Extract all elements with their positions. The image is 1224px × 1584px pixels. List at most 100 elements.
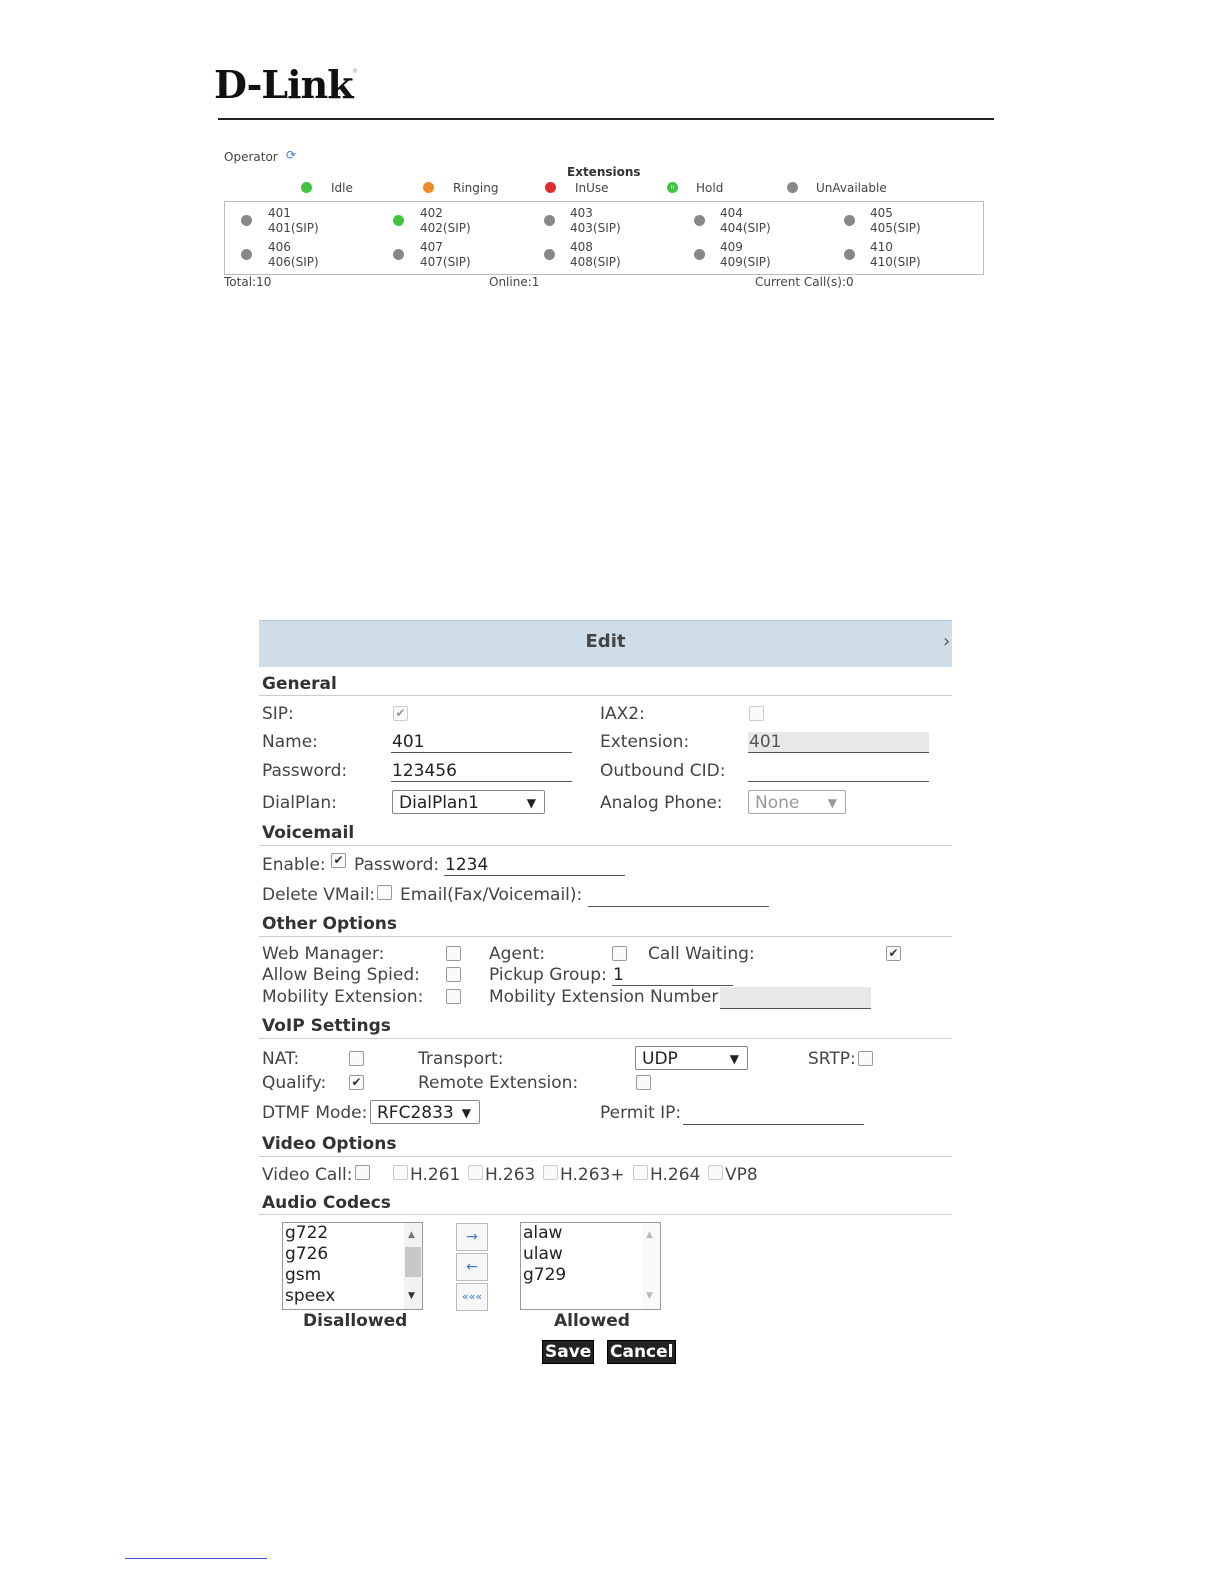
logo-registered-mark: ® bbox=[352, 68, 358, 75]
scroll-thumb[interactable] bbox=[405, 1247, 421, 1277]
nat-label: NAT: bbox=[262, 1049, 300, 1069]
ext-status-icon bbox=[393, 249, 404, 260]
section-voicemail: Voicemail bbox=[262, 823, 355, 843]
ext-status-icon bbox=[694, 215, 705, 226]
scroll-down-icon[interactable]: ▼ bbox=[408, 1286, 415, 1307]
mobility-ext-checkbox[interactable] bbox=[446, 989, 461, 1004]
web-manager-checkbox[interactable] bbox=[446, 946, 461, 961]
ext-status-icon bbox=[844, 249, 855, 260]
disallowed-label: Disallowed bbox=[303, 1311, 408, 1331]
extension-item[interactable]: 402 402(SIP) bbox=[420, 206, 471, 236]
call-waiting-label: Call Waiting: bbox=[648, 944, 755, 964]
nat-checkbox[interactable] bbox=[349, 1051, 364, 1066]
move-all-left-button[interactable]: ««« bbox=[456, 1283, 488, 1311]
video-call-checkbox[interactable] bbox=[355, 1165, 370, 1180]
delete-vmail-label: Delete VMail: bbox=[262, 885, 376, 905]
list-item[interactable]: g726 bbox=[283, 1244, 422, 1265]
move-left-button[interactable]: ← bbox=[456, 1253, 488, 1281]
h261-checkbox[interactable] bbox=[393, 1165, 408, 1180]
iax2-checkbox[interactable] bbox=[749, 706, 764, 721]
h263plus-checkbox[interactable] bbox=[543, 1165, 558, 1180]
password-label: Password: bbox=[262, 761, 348, 781]
allowed-codecs-list[interactable]: alaw ulaw g729 ▲ ▼ bbox=[520, 1222, 661, 1310]
footer-link-underline[interactable] bbox=[125, 1558, 267, 1559]
extension-item[interactable]: 408 408(SIP) bbox=[570, 240, 621, 270]
allow-spied-label: Allow Being Spied: bbox=[262, 965, 420, 985]
header-divider bbox=[218, 118, 994, 120]
refresh-icon[interactable]: ⟳ bbox=[286, 148, 296, 162]
password-field[interactable]: 123456 bbox=[391, 761, 572, 782]
section-divider bbox=[259, 845, 952, 846]
scroll-down-icon[interactable]: ▼ bbox=[646, 1286, 653, 1307]
extension-item[interactable]: 409 409(SIP) bbox=[720, 240, 771, 270]
analog-phone-select[interactable]: None ▼ bbox=[748, 790, 846, 814]
close-icon[interactable]: › bbox=[943, 631, 950, 652]
transport-select[interactable]: UDP ▼ bbox=[635, 1046, 748, 1070]
extension-field[interactable]: 401 bbox=[748, 732, 929, 753]
extension-item[interactable]: 406 406(SIP) bbox=[268, 240, 319, 270]
extension-item[interactable]: 410 410(SIP) bbox=[870, 240, 921, 270]
save-button[interactable]: Save bbox=[542, 1340, 595, 1364]
chevron-down-icon: ▼ bbox=[827, 796, 837, 810]
h264-checkbox[interactable] bbox=[633, 1165, 648, 1180]
agent-checkbox[interactable] bbox=[612, 946, 627, 961]
email-field[interactable] bbox=[588, 885, 769, 907]
section-divider bbox=[259, 1038, 952, 1039]
cancel-button[interactable]: Cancel bbox=[607, 1340, 677, 1364]
remote-ext-label: Remote Extension: bbox=[418, 1073, 579, 1093]
sip-checkbox[interactable]: ✔ bbox=[393, 706, 408, 721]
scroll-up-icon[interactable]: ▲ bbox=[646, 1225, 653, 1246]
permit-ip-field[interactable] bbox=[683, 1103, 864, 1125]
ext-status-icon bbox=[241, 215, 252, 226]
h264-label: H.264 bbox=[650, 1165, 701, 1185]
dialplan-select[interactable]: DialPlan1 ▼ bbox=[392, 790, 545, 814]
disallowed-codecs-list[interactable]: g722 g726 gsm speex ▲ ▼ bbox=[282, 1222, 423, 1310]
list-item[interactable]: g729 bbox=[521, 1265, 660, 1286]
pickup-group-field[interactable]: 1 bbox=[612, 965, 733, 986]
qualify-label: Qualify: bbox=[262, 1073, 327, 1093]
move-right-button[interactable]: → bbox=[456, 1223, 488, 1251]
delete-vmail-checkbox[interactable] bbox=[377, 885, 392, 900]
allow-spied-checkbox[interactable] bbox=[446, 967, 461, 982]
chevron-down-icon: ▼ bbox=[729, 1052, 739, 1066]
list-item[interactable]: ulaw bbox=[521, 1244, 660, 1265]
dtmf-select[interactable]: RFC2833 ▼ bbox=[370, 1100, 480, 1124]
pickup-group-label: Pickup Group: bbox=[489, 965, 607, 985]
current-calls-count: Current Call(s):0 bbox=[755, 275, 854, 289]
permit-ip-label: Permit IP: bbox=[600, 1103, 682, 1123]
remote-ext-checkbox[interactable] bbox=[636, 1075, 651, 1090]
qualify-checkbox[interactable]: ✔ bbox=[349, 1075, 364, 1090]
scrollbar[interactable]: ▲ ▼ bbox=[642, 1223, 660, 1309]
extension-item[interactable]: 401 401(SIP) bbox=[268, 206, 319, 236]
call-waiting-checkbox[interactable]: ✔ bbox=[886, 946, 901, 961]
extension-label: Extension: bbox=[600, 732, 690, 752]
list-item[interactable]: g722 bbox=[283, 1223, 422, 1244]
extension-item[interactable]: 403 403(SIP) bbox=[570, 206, 621, 236]
extension-item[interactable]: 404 404(SIP) bbox=[720, 206, 771, 236]
vp8-checkbox[interactable] bbox=[708, 1165, 723, 1180]
scroll-up-icon[interactable]: ▲ bbox=[408, 1225, 415, 1246]
vm-password-field[interactable]: 1234 bbox=[444, 855, 625, 876]
ext-status-icon bbox=[241, 249, 252, 260]
web-manager-label: Web Manager: bbox=[262, 944, 385, 964]
outbound-cid-field[interactable] bbox=[748, 761, 929, 782]
legend-unavailable: UnAvailable bbox=[816, 181, 887, 195]
vm-enable-label: Enable: bbox=[262, 855, 326, 875]
section-divider bbox=[259, 1214, 952, 1215]
extension-item[interactable]: 407 407(SIP) bbox=[420, 240, 471, 270]
list-item[interactable]: speex bbox=[283, 1286, 422, 1307]
list-item[interactable]: alaw bbox=[521, 1223, 660, 1244]
section-divider bbox=[259, 1156, 952, 1157]
mobility-ext-number-field[interactable] bbox=[720, 987, 871, 1009]
vm-enable-checkbox[interactable]: ✔ bbox=[331, 853, 346, 868]
dialplan-label: DialPlan: bbox=[262, 793, 337, 813]
scrollbar[interactable]: ▲ ▼ bbox=[404, 1223, 422, 1309]
extensions-title: Extensions bbox=[567, 165, 641, 179]
list-item[interactable]: gsm bbox=[283, 1265, 422, 1286]
h263-checkbox[interactable] bbox=[468, 1165, 483, 1180]
name-label: Name: bbox=[262, 732, 318, 752]
chevron-down-icon: ▼ bbox=[461, 1106, 471, 1120]
extension-item[interactable]: 405 405(SIP) bbox=[870, 206, 921, 236]
srtp-checkbox[interactable] bbox=[858, 1051, 873, 1066]
name-field[interactable]: 401 bbox=[391, 732, 572, 753]
